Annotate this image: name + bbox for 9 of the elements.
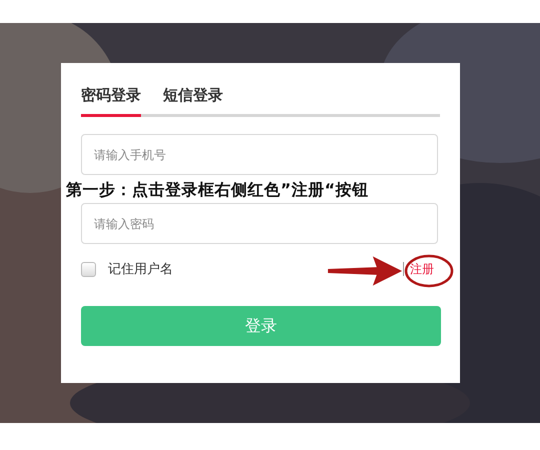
annotation-text: 第一步：点击登录框右侧红色”注册“按钮 <box>66 180 369 200</box>
checkbox[interactable] <box>81 262 96 276</box>
input-field[interactable]: 请输入密码 <box>81 203 438 244</box>
tab[interactable]: 短信登录 <box>163 83 223 117</box>
tab[interactable]: 密码登录 <box>81 83 141 117</box>
input-field[interactable]: 请输入手机号 <box>81 134 438 175</box>
arrow-icon <box>326 256 404 286</box>
remember-label: 记住用户名 <box>108 261 173 278</box>
circle-mark <box>404 253 454 289</box>
